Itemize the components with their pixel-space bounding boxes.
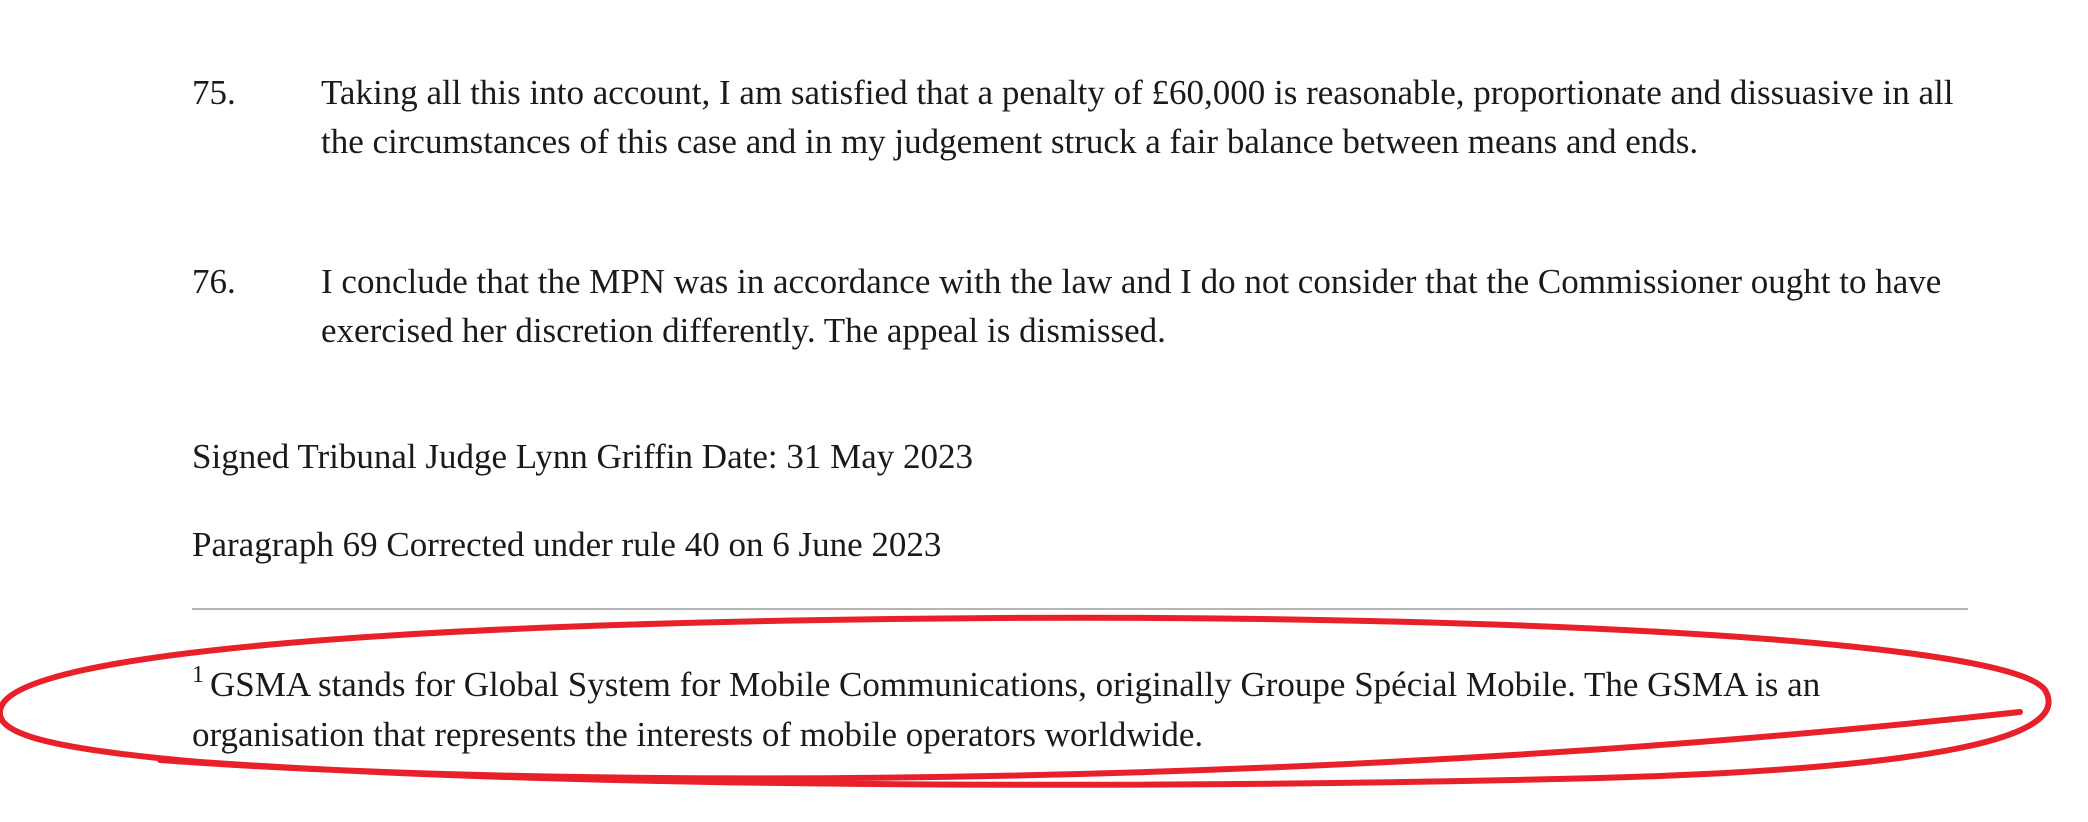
- footnote-divider: [192, 608, 1968, 610]
- footnote: 1 GSMA stands for Global System for Mobil…: [192, 660, 1972, 760]
- footnote-text: GSMA stands for Global System for Mobile…: [192, 665, 1821, 754]
- footnote-marker: 1: [192, 662, 204, 688]
- paragraph-number: 76.: [192, 262, 236, 301]
- paragraph-number: 75.: [192, 73, 236, 112]
- paragraph-76: 76. I conclude that the MPN was in accor…: [192, 257, 1972, 355]
- paragraph-75: 75. Taking all this into account, I am s…: [192, 68, 1972, 166]
- signature-line: Signed Tribunal Judge Lynn Griffin Date:…: [192, 437, 973, 476]
- paragraph-text: I conclude that the MPN was in accordanc…: [321, 262, 1942, 350]
- correction-note: Paragraph 69 Corrected under rule 40 on …: [192, 525, 942, 564]
- paragraph-text: Taking all this into account, I am satis…: [321, 73, 1954, 161]
